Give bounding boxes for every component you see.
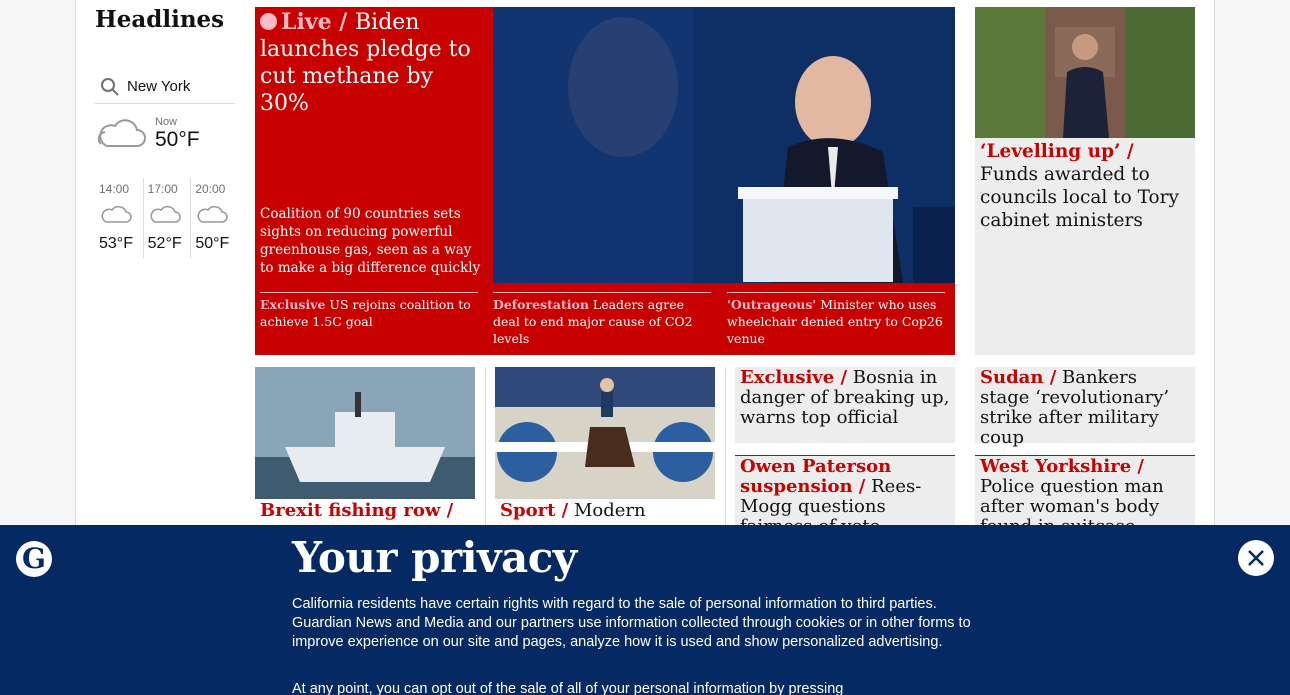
weather-forecast: 14:00 53°F 17:00 52°F 20:00 50°F [95, 178, 238, 258]
search-icon [99, 76, 121, 98]
story-kicker: West Yorkshire / [980, 456, 1144, 477]
story-image [255, 367, 475, 499]
story-headline: Funds awarded to councils local to Tory … [980, 164, 1179, 231]
cloud-icon [148, 202, 191, 231]
weather-location-search[interactable]: New York [95, 70, 235, 104]
story-kicker: Sudan / [980, 367, 1057, 388]
story-image [495, 367, 715, 499]
story-kicker: Owen Paterson suspension / [740, 456, 892, 497]
forecast-item: 17:00 52°F [142, 178, 191, 258]
weather-now-temp: 50°F [155, 128, 200, 151]
forecast-time: 20:00 [195, 182, 226, 196]
cloud-icon [99, 202, 143, 231]
sublink[interactable]: Deforestation Leaders agree deal to end … [493, 292, 711, 347]
forecast-temp: 52°F [147, 235, 182, 252]
privacy-text-continued: At any point, you can opt out of the sal… [292, 681, 844, 695]
story-card[interactable]: Sport / Modern [495, 367, 715, 527]
top-story-standfirst: Coalition of 90 countries sets sights on… [260, 206, 481, 276]
cloud-icon [195, 202, 238, 231]
story-headline-block[interactable]: Brexit fishing row / [260, 501, 472, 521]
sublink[interactable]: Exclusive US rejoins coalition to achiev… [260, 292, 478, 330]
story-card[interactable]: Owen Paterson suspension / Rees-Mogg que… [735, 456, 955, 537]
top-story-headline-block[interactable]: Live / Biden launches pledge to cut meth… [260, 9, 488, 117]
forecast-item: 20:00 50°F [190, 178, 238, 258]
privacy-banner: G Your privacy California residents have… [0, 525, 1290, 695]
top-story-card[interactable]: Live / Biden launches pledge to cut meth… [255, 7, 955, 355]
guardian-logo: G [16, 541, 52, 577]
story-card[interactable]: Sudan / Bankers stage ‘revolutionary’ st… [975, 367, 1195, 448]
story-headline-block[interactable]: Sudan / Bankers stage ‘revolutionary’ st… [980, 368, 1192, 448]
section-title: Headlines [95, 6, 225, 33]
privacy-title: Your privacy [292, 533, 577, 582]
top-story-kicker: Live / [281, 9, 348, 35]
story-kicker: Sport / [500, 500, 569, 521]
sublink-kicker: Exclusive [260, 297, 326, 312]
story-kicker: Exclusive / [740, 367, 848, 388]
story-card[interactable]: ‘Levelling up’ / Funds awarded to counci… [975, 7, 1195, 355]
story-headline-block[interactable]: Exclusive / Bosnia in danger of breaking… [740, 368, 952, 428]
forecast-time: 14:00 [99, 182, 130, 196]
live-dot-icon [260, 13, 277, 30]
story-kicker: ‘Levelling up’ / [980, 141, 1134, 162]
weather-now: Now 50°F [95, 112, 235, 172]
forecast-temp: 53°F [99, 235, 133, 252]
sublink[interactable]: 'Outrageous' Minister who uses wheelchai… [727, 292, 945, 347]
story-headline-block[interactable]: ‘Levelling up’ / Funds awarded to counci… [980, 140, 1192, 232]
sublink-kicker: Deforestation [493, 297, 589, 312]
forecast-temp: 50°F [195, 235, 230, 252]
story-card[interactable]: Brexit fishing row / [255, 367, 475, 527]
weather-location: New York [127, 78, 191, 95]
top-story-image [493, 7, 955, 283]
forecast-item: 14:00 53°F [95, 178, 143, 258]
sublink-kicker: 'Outrageous' [727, 297, 817, 312]
cloud-icon [95, 114, 147, 157]
divider [485, 367, 486, 527]
story-headline: Modern [573, 500, 646, 521]
story-image [975, 7, 1195, 138]
story-card[interactable]: Exclusive / Bosnia in danger of breaking… [735, 367, 955, 443]
story-card[interactable]: West Yorkshire / Police question man aft… [975, 456, 1195, 537]
privacy-text: California residents have certain rights… [292, 596, 971, 650]
weather-now-label: Now [155, 116, 178, 128]
close-icon [1248, 550, 1264, 566]
forecast-time: 17:00 [147, 182, 178, 196]
story-kicker: Brexit fishing row / [260, 500, 454, 521]
story-headline-block[interactable]: Sport / Modern [500, 501, 712, 521]
divider [725, 367, 726, 527]
close-button[interactable] [1238, 540, 1274, 576]
